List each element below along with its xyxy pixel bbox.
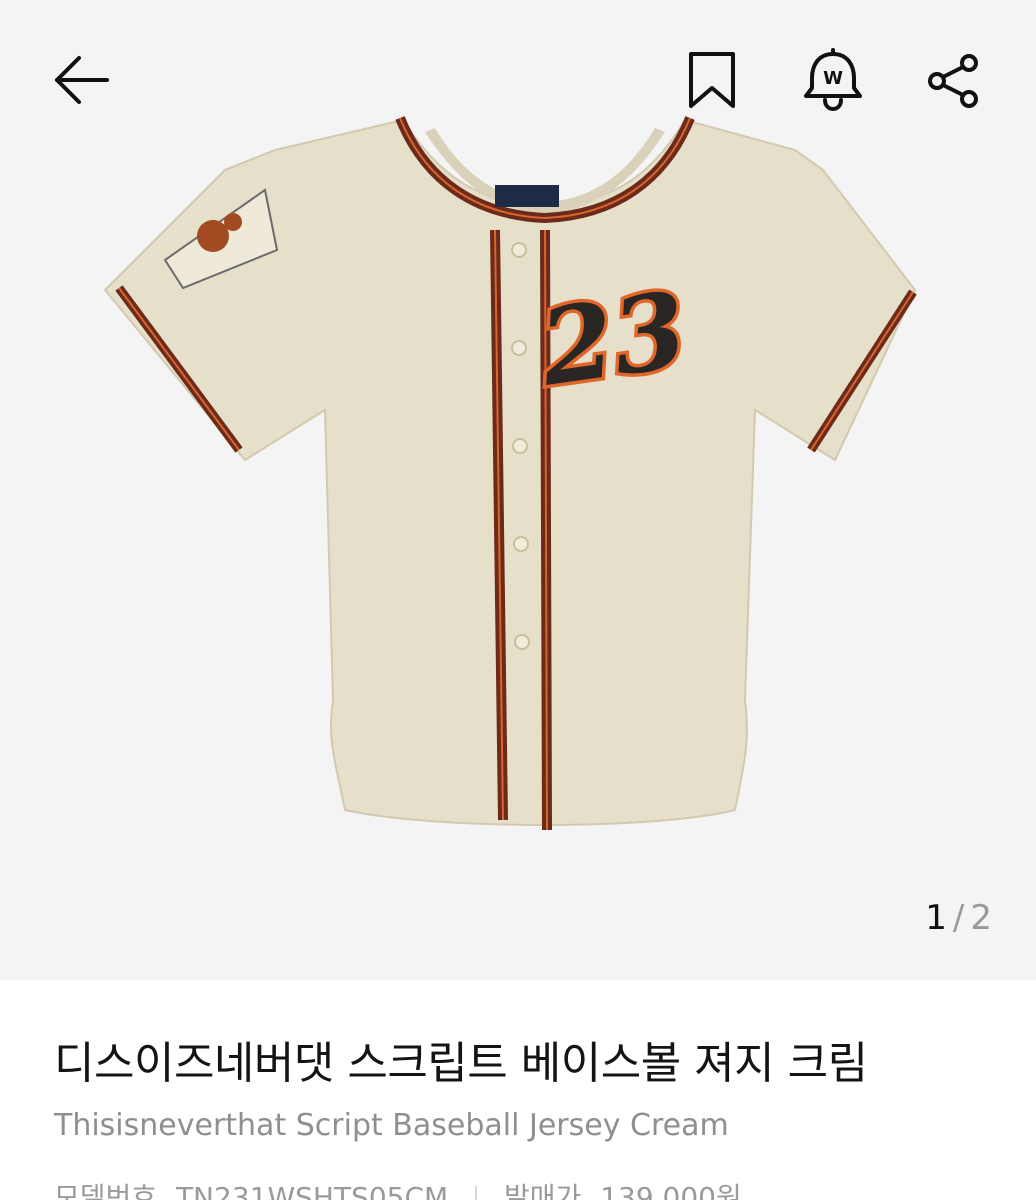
back-button[interactable] bbox=[46, 48, 116, 112]
model-number-value: TN231WSHTS05CM bbox=[175, 1181, 449, 1200]
neck-label bbox=[495, 185, 559, 207]
bookmark-icon bbox=[689, 52, 735, 108]
price-alert-button[interactable]: W bbox=[800, 46, 866, 114]
pager-total: 2 bbox=[970, 898, 992, 938]
pager-current: 1 bbox=[925, 898, 947, 938]
release-price-value: 139,000원 bbox=[600, 1181, 742, 1200]
image-pager: 1/2 bbox=[925, 898, 992, 938]
bell-won-glyph: W bbox=[823, 68, 843, 89]
pager-separator: / bbox=[952, 898, 965, 938]
jersey-number: 23 bbox=[532, 268, 693, 410]
meta-divider bbox=[475, 1186, 478, 1200]
product-title-en: Thisisneverthat Script Baseball Jersey C… bbox=[54, 1108, 729, 1143]
product-title-ko: 디스이즈네버댓 스크립트 베이스볼 져지 크림 bbox=[54, 1038, 868, 1089]
product-meta-row: 모델번호 TN231WSHTS05CM 발매가 139,000원 bbox=[54, 1178, 742, 1200]
arrow-left-icon bbox=[55, 56, 109, 104]
bookmark-button[interactable] bbox=[682, 48, 742, 112]
share-button[interactable] bbox=[922, 50, 984, 112]
share-icon bbox=[928, 54, 978, 108]
bell-won-icon: W bbox=[804, 48, 862, 112]
product-image[interactable]: 23 bbox=[95, 110, 935, 850]
release-price-label: 발매가 bbox=[504, 1181, 582, 1200]
model-number-label: 모델번호 bbox=[54, 1181, 158, 1200]
product-image-gallery[interactable]: W 23 1 / 2 bbox=[0, 0, 1036, 980]
